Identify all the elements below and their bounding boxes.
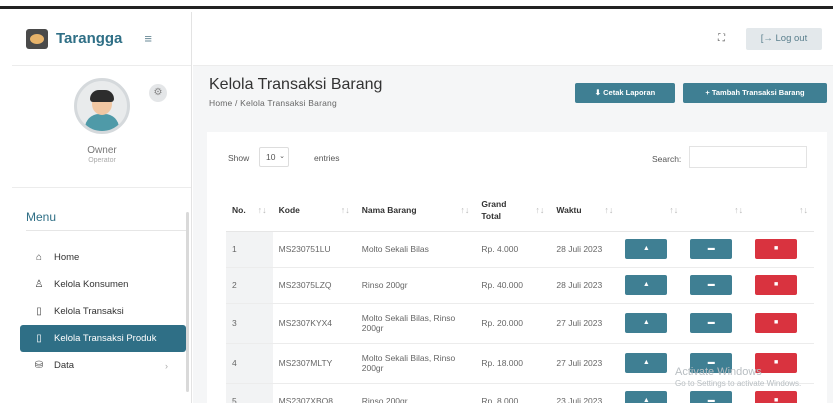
column-header-nama-barang[interactable]: Nama Barang ↑↓ [355,189,476,232]
print-row-button[interactable]: ▲ [625,353,668,373]
column-header-waktu[interactable]: Waktu ↑↓ [550,189,620,232]
breadcrumb: Home / Kelola Transaksi Barang [209,98,337,108]
page-size-select[interactable]: 10 ⌄ [259,147,289,167]
brand: Tarangga ≡ [12,12,191,66]
fullscreen-icon[interactable]: ⛶ [718,33,725,44]
cart-row-button[interactable]: ▬ [690,275,733,295]
user-icon: ♙ [34,279,44,290]
table-row: 3 MS2307KYX4 Molto Sekali Bilas, Rinso 200… [226,303,814,344]
cart-row-button[interactable]: ▬ [690,313,733,333]
column-header-action-1[interactable]: ↑↓ [619,189,685,232]
settings-gear-icon[interactable]: ⚙ [149,84,167,102]
watermark-title: Activate Windows [675,366,762,378]
cetak-laporan-label: Cetak Laporan [603,88,656,97]
sidebar-item-label: Kelola Transaksi Produk [54,333,157,344]
table-row: 1 MS230751LU Molto Sekali Bilas Rp. 4.000 28… [226,231,814,268]
print-row-button[interactable]: ▲ [625,313,668,333]
page-size-value: 10 [266,152,276,162]
windows-activation-watermark: Activate Windows Go to Settings to activ… [675,366,801,388]
database-icon: ⛁ [34,360,44,371]
sidebar-item-kelola-transaksi[interactable]: ▯ Kelola Transaksi [12,298,192,325]
table-row: 2 MS23075LZQ Rinso 200gr Rp. 40.000 28 Juli … [226,267,814,304]
profile-panel: ⚙ [12,66,191,188]
column-header-no[interactable]: No. ↑↓ [226,189,273,232]
watermark-subtitle: Go to Settings to activate Windows. [675,379,802,388]
print-row-button[interactable]: ▲ [625,239,668,259]
entries-label: entries [314,153,340,163]
file-icon: ▯ [36,306,42,317]
tambah-transaksi-button[interactable]: + Tambah Transaksi Barang [683,83,827,103]
sidebar-item-label: Kelola Konsumen [54,279,129,290]
cart-row-button[interactable]: ▬ [690,391,733,403]
window-top-border [0,0,833,9]
file-icon: ▯ [36,333,42,344]
search-label: Search: [652,154,682,164]
sidebar-item-label: Kelola Transaksi [54,306,124,317]
delete-row-button[interactable]: ■ [755,391,798,403]
column-header-action-2[interactable]: ↑↓ [684,189,750,232]
sidebar-scrollbar[interactable] [186,212,189,392]
print-row-button[interactable]: ▲ [625,391,668,403]
logout-button[interactable]: [→ Log out [746,28,822,50]
table-header-row: No. ↑↓ Kode ↑↓ Nama Barang ↑↓ Grand Total ↑↓… [226,189,814,232]
print-row-button[interactable]: ▲ [625,275,668,295]
delete-row-button[interactable]: ■ [755,275,798,295]
cetak-laporan-button[interactable]: ⬇ Cetak Laporan [575,83,675,103]
page-title: Kelola Transaksi Barang [209,76,383,93]
column-header-grand-total[interactable]: Grand Total ↑↓ [475,189,551,232]
chevron-down-icon: ⌄ [279,153,285,160]
menu-divider [26,230,186,231]
menu-title: Menu [26,210,57,224]
sidebar-menu: ⌂ Home ♙ Kelola Konsumen ▯ Kelola Transa… [12,244,192,379]
search-input[interactable] [689,146,807,168]
column-header-kode[interactable]: Kode ↑↓ [272,189,356,232]
chevron-right-icon: › [165,360,168,371]
app-logo [26,28,48,49]
avatar [74,78,130,134]
download-icon: ⬇ [594,88,604,97]
sidebar-item-label: Data [54,360,75,371]
delete-row-button[interactable]: ■ [755,313,798,333]
hamburger-icon[interactable]: ≡ [144,31,152,46]
show-label: Show [228,153,250,163]
profile-name: Owner [87,145,117,156]
sidebar-item-kelola-transaksi-produk[interactable]: ▯ Kelola Transaksi Produk [20,325,186,352]
sidebar-item-label: Home [54,252,80,263]
sidebar-item-home[interactable]: ⌂ Home [12,244,192,271]
app-name: Tarangga [56,30,123,47]
tambah-transaksi-label: Tambah Transaksi Barang [711,88,805,97]
cart-row-button[interactable]: ▬ [690,239,733,259]
column-header-action-3[interactable]: ↑↓ [749,189,814,232]
top-bar: ⛶ [→ Log out [193,12,833,66]
profile-role: Operator [88,157,116,164]
home-icon: ⌂ [35,252,43,263]
sidebar-item-kelola-konsumen[interactable]: ♙ Kelola Konsumen [12,271,192,298]
sidebar-item-data[interactable]: ⛁ Data › [12,352,192,379]
sidebar: Tarangga ≡ ⚙ Owner Operator Menu ⌂ Home … [12,12,192,403]
delete-row-button[interactable]: ■ [755,239,798,259]
